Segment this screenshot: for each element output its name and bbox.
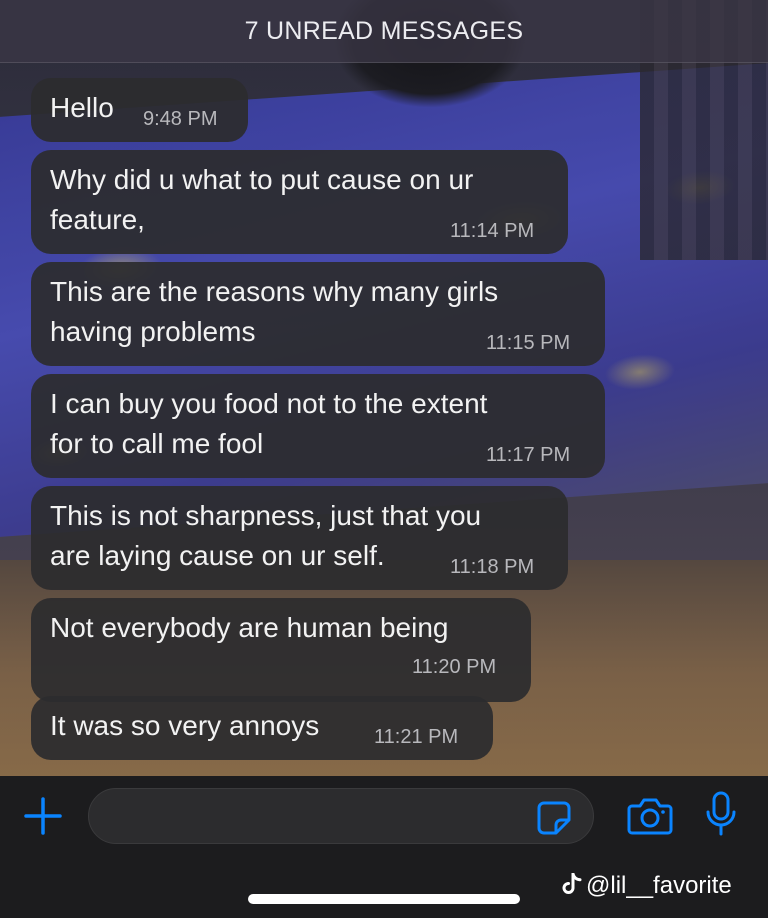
message-time: 11:20 PM [412,656,497,678]
sticker-icon[interactable] [536,800,572,836]
message-text: I can buy you food not to the extent for… [50,388,488,459]
message-bubble[interactable]: Why did u what to put cause on ur featur… [31,150,568,254]
message-time: 11:17 PM [486,444,571,466]
tiktok-watermark: @lil__favorite [562,872,732,900]
message-text: It was so very annoys [50,710,320,741]
message-bubble[interactable]: I can buy you food not to the extent for… [31,374,605,478]
watermark-handle: @lil__favorite [586,872,732,899]
camera-icon[interactable] [626,796,674,836]
message-text: Why did u what to put cause on ur featur… [50,164,474,235]
message-text: Not everybody are human being [50,612,449,643]
microphone-icon[interactable] [704,790,738,838]
tiktok-icon [562,872,582,895]
message-time: 11:18 PM [450,556,535,578]
home-indicator[interactable] [248,894,520,904]
unread-messages-label: 7 UNREAD MESSAGES [244,16,524,45]
message-bubble[interactable]: Hello 9:48 PM [31,78,248,142]
message-bubble[interactable]: This is not sharpness, just that you are… [31,486,568,590]
message-text: This is not sharpness, just that you are… [50,500,482,571]
message-time: 9:48 PM [143,108,218,130]
message-bubble[interactable]: This are the reasons why many girls havi… [31,262,605,366]
message-bubble[interactable]: Not everybody are human being 11:20 PM [31,598,531,702]
message-input-field[interactable] [88,788,594,844]
message-time: 11:15 PM [486,332,571,354]
message-time: 11:21 PM [374,726,459,748]
unread-messages-banner: 7 UNREAD MESSAGES [0,0,768,63]
message-time: 11:14 PM [450,220,535,242]
message-text: Hello [50,92,114,123]
message-text: This are the reasons why many girls havi… [50,276,499,347]
message-bubble[interactable]: It was so very annoys 11:21 PM [31,696,493,760]
plus-icon[interactable] [22,795,64,837]
message-input-bar: @lil__favorite [0,776,768,918]
